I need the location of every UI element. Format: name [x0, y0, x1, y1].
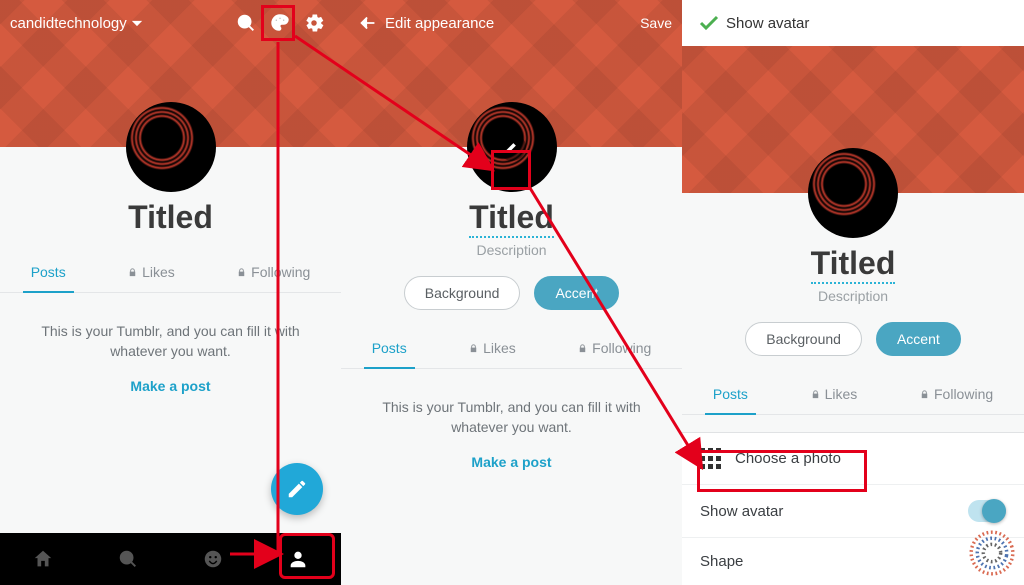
shape-label: Shape: [700, 553, 743, 570]
nav-activity[interactable]: [196, 542, 230, 576]
tab-likes[interactable]: Likes: [460, 330, 524, 368]
header-title: Show avatar: [726, 15, 809, 32]
panel-avatar-options: Show avatar Titled Description Backgroun…: [682, 0, 1024, 585]
empty-state-text: This is your Tumblr, and you can fill it…: [30, 321, 311, 362]
edit-topbar: Edit appearance Save: [341, 0, 682, 46]
make-post-link[interactable]: Make a post: [341, 454, 682, 470]
back-button[interactable]: [351, 6, 385, 40]
profile-tabs: Posts Likes Following: [341, 330, 682, 369]
avatar-topbar: Show avatar: [682, 0, 1024, 46]
pencil-icon: [504, 139, 520, 155]
edit-avatar-button[interactable]: [498, 133, 526, 161]
lock-icon: [577, 343, 588, 354]
tab-likes[interactable]: Likes: [802, 376, 866, 414]
tab-following[interactable]: Following: [911, 376, 1001, 414]
avatar[interactable]: [126, 102, 216, 192]
lock-icon: [468, 343, 479, 354]
bottom-nav: [0, 533, 341, 585]
panel-profile: candidtechnology Titled Posts Likes: [0, 0, 341, 585]
tab-following[interactable]: Following: [569, 330, 659, 368]
chevron-down-icon[interactable]: [127, 6, 147, 40]
nav-profile[interactable]: [281, 542, 315, 576]
blog-title-editable[interactable]: Titled: [811, 245, 896, 284]
profile-tabs: Posts Likes Following: [682, 376, 1024, 415]
gear-icon[interactable]: [297, 6, 331, 40]
tab-posts[interactable]: Posts: [364, 330, 415, 368]
show-avatar-label: Show avatar: [700, 503, 783, 520]
color-pills: Background Accent: [682, 322, 1024, 356]
nav-home[interactable]: [26, 542, 60, 576]
avatar[interactable]: [467, 102, 557, 192]
background-color-button[interactable]: Background: [745, 322, 862, 356]
grid-icon: [700, 448, 721, 469]
blog-description-editable[interactable]: Description: [682, 288, 1024, 304]
choose-photo-label: Choose a photo: [735, 450, 841, 467]
accent-color-button[interactable]: Accent: [534, 276, 619, 310]
pencil-icon: [286, 478, 308, 500]
watermark-logo: [966, 527, 1018, 579]
confirm-button[interactable]: [692, 6, 726, 40]
check-icon: [697, 11, 721, 35]
panel-edit-appearance: Edit appearance Save Titled Description …: [341, 0, 682, 585]
save-button[interactable]: Save: [640, 15, 672, 31]
tab-following[interactable]: Following: [228, 254, 318, 292]
arrow-left-icon: [357, 12, 379, 34]
avatar[interactable]: [808, 148, 898, 238]
tab-likes[interactable]: Likes: [119, 254, 183, 292]
choose-photo-row[interactable]: Choose a photo: [682, 433, 1024, 485]
tab-posts[interactable]: Posts: [23, 254, 74, 292]
make-post-link[interactable]: Make a post: [0, 378, 341, 394]
lock-icon: [810, 389, 821, 400]
tab-posts[interactable]: Posts: [705, 376, 756, 414]
blog-description-editable[interactable]: Description: [341, 242, 682, 258]
lock-icon: [919, 389, 930, 400]
profile-tabs: Posts Likes Following: [0, 254, 341, 293]
color-pills: Background Accent: [341, 276, 682, 310]
profile-topbar: candidtechnology: [0, 0, 341, 46]
lock-icon: [236, 267, 247, 278]
blog-title: Titled: [0, 199, 341, 236]
lock-icon: [127, 267, 138, 278]
empty-state-text: This is your Tumblr, and you can fill it…: [371, 397, 652, 438]
nav-search[interactable]: [111, 542, 145, 576]
search-icon[interactable]: [229, 6, 263, 40]
palette-icon[interactable]: [263, 6, 297, 40]
show-avatar-toggle[interactable]: [968, 500, 1006, 522]
blog-name-dropdown[interactable]: candidtechnology: [10, 15, 127, 32]
background-color-button[interactable]: Background: [404, 276, 521, 310]
blog-title-editable[interactable]: Titled: [469, 199, 554, 238]
compose-fab[interactable]: [271, 463, 323, 515]
header-title: Edit appearance: [385, 15, 494, 32]
accent-color-button[interactable]: Accent: [876, 322, 961, 356]
